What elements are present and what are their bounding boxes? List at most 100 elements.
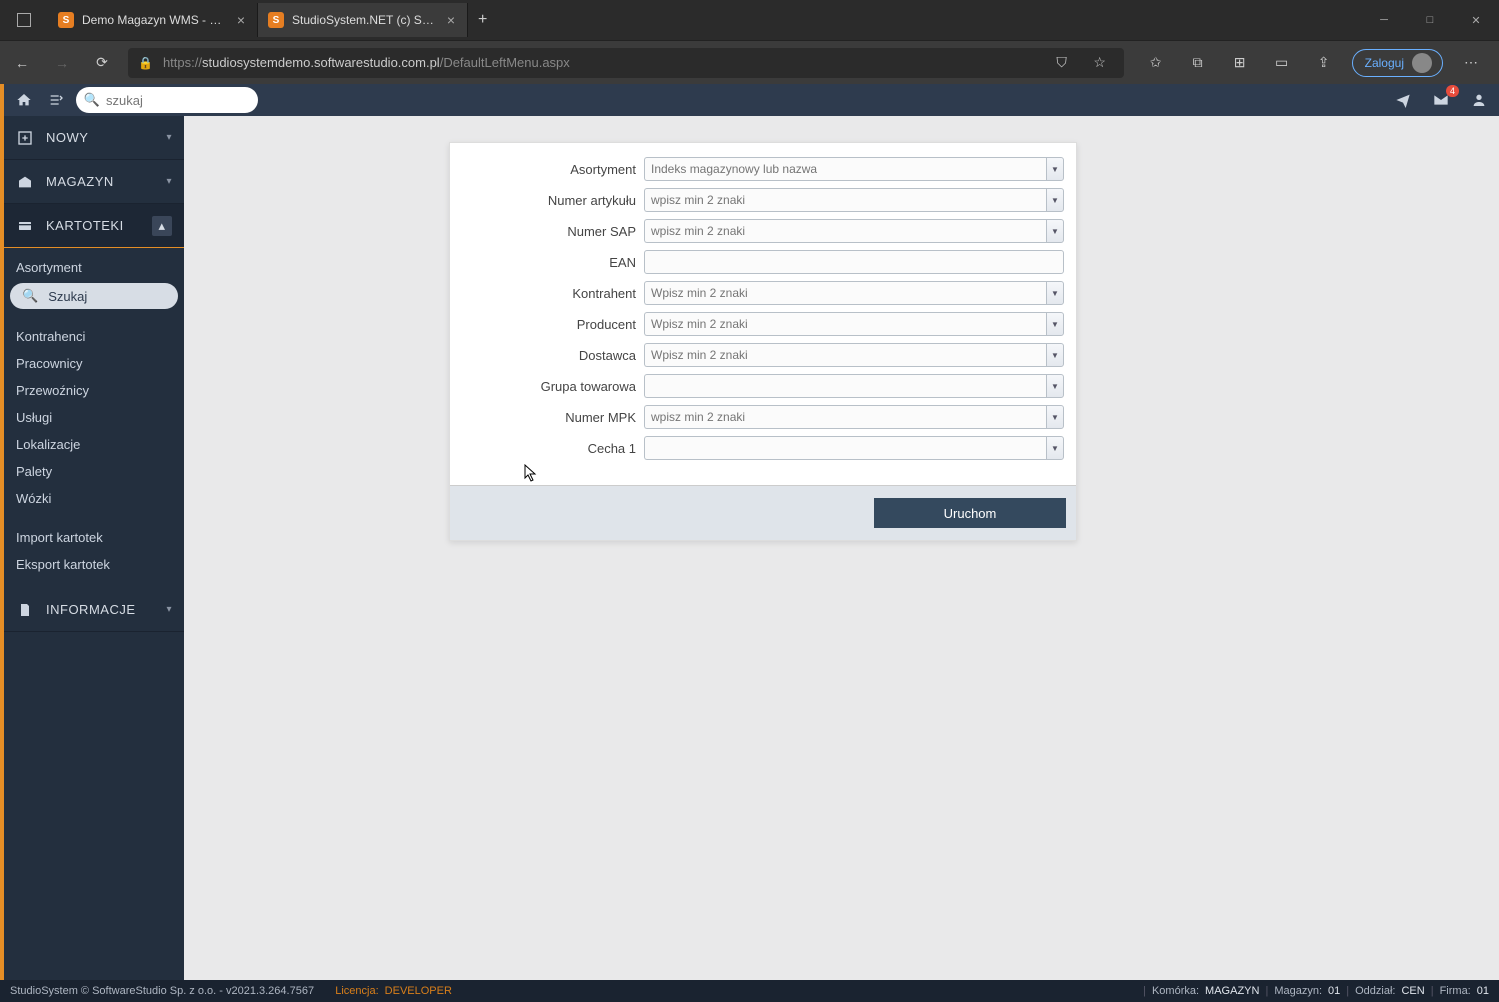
chevron-down-icon[interactable]: ▼ [1046,281,1064,305]
form-label: Numer artykułu [462,193,644,208]
form-row: Numer MPK ▼ [462,405,1064,429]
app-root: 🔍 NOWY ▾ MAGAZYN [0,84,1499,1002]
combo-input[interactable] [644,157,1046,181]
sidebar-section-informacje[interactable]: INFORMACJE ▾ [4,588,184,632]
chevron-down-icon[interactable]: ▼ [1046,157,1064,181]
sidebar-item-import[interactable]: Import kartotek [4,524,184,551]
status-value: 01 [1477,985,1489,997]
chevron-down-icon[interactable]: ▼ [1046,188,1064,212]
user-icon[interactable] [1467,88,1491,112]
share-icon[interactable]: ⇪ [1310,49,1338,77]
window-close-button[interactable]: ✕ [1453,0,1499,40]
combo-input[interactable] [644,312,1046,336]
plane-icon[interactable] [1391,88,1415,112]
avatar-icon [1412,53,1432,73]
sidebar-item-asortyment[interactable]: Asortyment [4,254,184,281]
combo-input[interactable] [644,374,1046,398]
search-input[interactable] [106,93,246,108]
window-minimize-button[interactable]: ─ [1361,0,1407,40]
read-aloud-icon[interactable]: ▭ [1268,49,1296,77]
form-label: Grupa towarowa [462,379,644,394]
sidebar-section-nowy[interactable]: NOWY ▾ [4,116,184,160]
tab-overview-button[interactable] [0,0,48,40]
favorites-bar-icon[interactable]: ✩ [1142,49,1170,77]
menu-toggle-icon[interactable] [44,88,68,112]
section-label: INFORMACJE [46,602,136,617]
combo-input[interactable] [644,343,1046,367]
form-label: EAN [462,255,644,270]
sidebar-item-szukaj[interactable]: 🔍 Szukaj [10,283,178,309]
mail-icon[interactable] [1429,88,1453,112]
combo-input[interactable] [644,219,1046,243]
login-label: Zaloguj [1365,56,1404,70]
chevron-up-icon: ▴ [152,216,172,236]
search-icon: 🔍 [22,288,38,304]
combo-field[interactable]: ▼ [644,188,1064,212]
home-icon[interactable] [12,88,36,112]
form-label: Numer MPK [462,410,644,425]
status-label: Magazyn: [1274,985,1322,997]
form-row: Producent▼ [462,312,1064,336]
sidebar-item-lokalizacje[interactable]: Lokalizacje [4,431,184,458]
url-bar[interactable]: 🔒 https://studiosystemdemo.softwarestudi… [128,48,1124,78]
combo-field[interactable]: ▼ [644,157,1064,181]
chevron-down-icon[interactable]: ▼ [1046,219,1064,243]
combo-field[interactable]: ▼ [644,343,1064,367]
favorite-icon[interactable]: ☆ [1086,49,1114,77]
copyright-text: StudioSystem © SoftwareStudio Sp. z o.o.… [10,985,314,997]
sidebar-item-przewoznicy[interactable]: Przewoźnicy [4,377,184,404]
tab-title: Demo Magazyn WMS - Demo o [82,13,227,27]
chevron-down-icon[interactable]: ▼ [1046,343,1064,367]
collections-icon[interactable]: ⧉ [1184,49,1212,77]
tab-favicon-icon: S [58,12,74,28]
login-button[interactable]: Zaloguj [1352,49,1443,77]
sidebar-item-wozki[interactable]: Wózki [4,485,184,512]
browser-titlebar: S Demo Magazyn WMS - Demo o × S StudioSy… [0,0,1499,40]
card-icon [16,218,34,234]
tracking-icon[interactable]: ⛉ [1048,49,1076,77]
menu-icon[interactable]: ⋯ [1457,49,1485,77]
text-input[interactable] [644,250,1064,274]
statusbar: StudioSystem © SoftwareStudio Sp. z o.o.… [0,980,1499,1002]
form-row: Cecha 1▼ [462,436,1064,460]
sidebar-section-magazyn[interactable]: MAGAZYN ▾ [4,160,184,204]
sidebar-item-palety[interactable]: Palety [4,458,184,485]
sidebar-item-kontrahenci[interactable]: Kontrahenci [4,323,184,350]
forward-button[interactable]: → [48,49,76,77]
form-row: Kontrahent▼ [462,281,1064,305]
sidebar: NOWY ▾ MAGAZYN ▾ KARTOTEKI ▴ Asortyment … [4,84,184,1002]
extensions-icon[interactable]: ⊞ [1226,49,1254,77]
combo-field[interactable]: ▼ [644,219,1064,243]
chevron-down-icon[interactable]: ▼ [1046,436,1064,460]
combo-field[interactable]: ▼ [644,281,1064,305]
global-search[interactable]: 🔍 [76,87,258,113]
sidebar-item-uslugi[interactable]: Usługi [4,404,184,431]
chevron-down-icon[interactable]: ▼ [1046,312,1064,336]
sidebar-item-eksport[interactable]: Eksport kartotek [4,551,184,578]
chevron-down-icon[interactable]: ▼ [1046,405,1064,429]
combo-input[interactable] [644,405,1046,429]
combo-field[interactable]: ▼ [644,436,1064,460]
combo-field[interactable]: ▼ [644,374,1064,398]
combo-field[interactable]: ▼ [644,312,1064,336]
window-maximize-button[interactable]: □ [1407,0,1453,40]
section-label: NOWY [46,130,88,145]
status-value: 01 [1328,985,1340,997]
close-icon[interactable]: × [235,12,247,28]
chevron-down-icon[interactable]: ▼ [1046,374,1064,398]
sidebar-item-label: Szukaj [48,289,87,304]
sidebar-section-kartoteki[interactable]: KARTOTEKI ▴ [4,204,184,248]
form-row: Numer artykułu ▼ [462,188,1064,212]
combo-input[interactable] [644,436,1046,460]
browser-tab-1[interactable]: S StudioSystem.NET (c) SoftwareSt × [258,3,468,37]
combo-input[interactable] [644,188,1046,212]
combo-field[interactable]: ▼ [644,405,1064,429]
sidebar-item-pracownicy[interactable]: Pracownicy [4,350,184,377]
run-button[interactable]: Uruchom [874,498,1066,528]
close-icon[interactable]: × [445,12,457,28]
refresh-button[interactable]: ⟳ [88,49,116,77]
browser-tab-0[interactable]: S Demo Magazyn WMS - Demo o × [48,3,258,37]
combo-input[interactable] [644,281,1046,305]
back-button[interactable]: ← [8,49,36,77]
new-tab-button[interactable]: + [468,11,497,29]
